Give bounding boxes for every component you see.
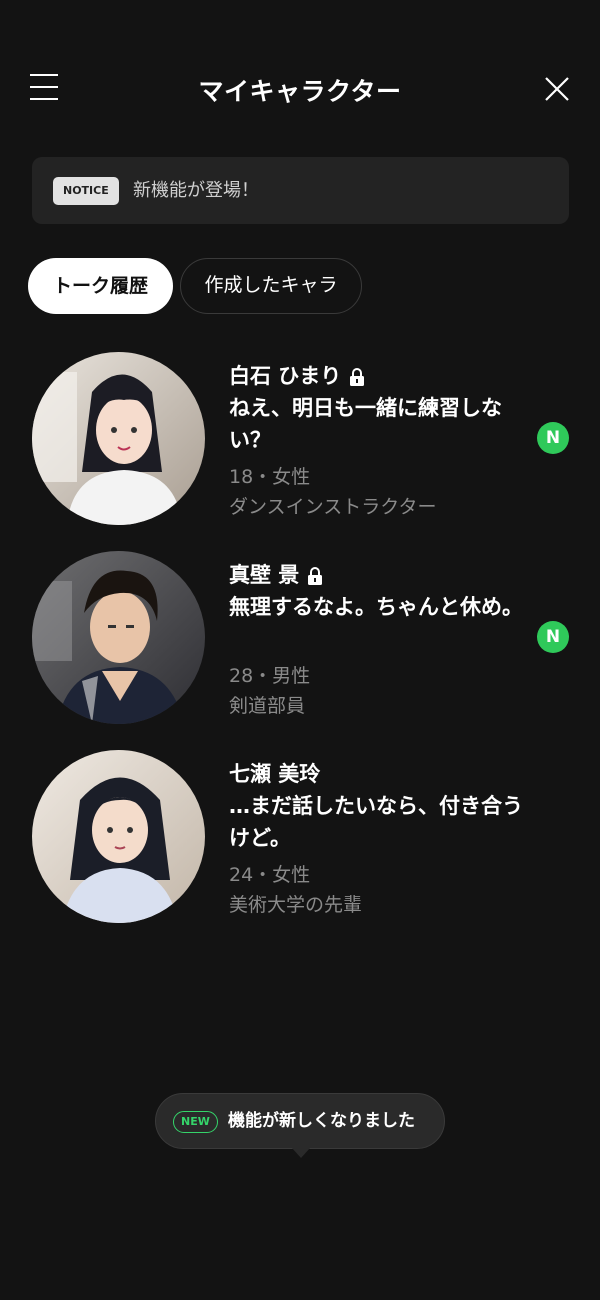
new-badge: NEW xyxy=(173,1111,218,1133)
avatar xyxy=(32,352,205,525)
page-title: マイキャラクター xyxy=(198,77,402,106)
last-message: 無理するなよ。ちゃんと休め。 xyxy=(229,595,523,619)
unread-new-badge: N xyxy=(537,621,569,653)
character-role: 美術大学の先輩 xyxy=(229,894,363,916)
character-role: 剣道部員 xyxy=(229,695,306,717)
character-name: 白石 ひまり xyxy=(229,360,365,390)
tab-talk-history[interactable]: トーク履歴 xyxy=(28,258,173,314)
avatar xyxy=(32,750,205,923)
notice-badge: NOTICE xyxy=(53,177,119,205)
tab-created-characters[interactable]: 作成したキャラ xyxy=(180,258,362,314)
unread-new-badge: N xyxy=(537,422,569,454)
last-message: …まだ話したいなら、付き合うけど。 xyxy=(229,794,523,850)
toast-tail xyxy=(292,1148,310,1158)
notice-text: 新機能が登場！ xyxy=(133,180,259,201)
header: マイキャラクター xyxy=(0,56,600,120)
character-name: 七瀬 美玲 xyxy=(229,762,321,786)
notice-banner[interactable]: NOTICE 新機能が登場！ xyxy=(32,157,569,224)
chat-list-item[interactable]: 七瀬 美玲 …まだ話したいなら、付き合うけど。 24・女性 美術大学の先輩 xyxy=(0,750,600,930)
close-icon[interactable] xyxy=(544,76,570,102)
lock-icon xyxy=(350,368,365,386)
character-age-gender: 28・男性 xyxy=(229,665,311,687)
lock-icon xyxy=(308,567,323,585)
chat-list-item[interactable]: 白石 ひまり ねえ、明日も一緒に練習しない？ 18・女性 ダンスインストラクター… xyxy=(0,352,600,532)
avatar xyxy=(32,551,205,724)
last-message: ねえ、明日も一緒に練習しない？ xyxy=(229,396,502,452)
character-age-gender: 18・女性 xyxy=(229,466,311,488)
character-role: ダンスインストラクター xyxy=(229,496,437,518)
chat-list-item[interactable]: 真壁 景 無理するなよ。ちゃんと休め。 28・男性 剣道部員 N xyxy=(0,551,600,731)
toast-text: 機能が新しくなりました xyxy=(228,1111,415,1131)
character-name: 真壁 景 xyxy=(229,559,323,589)
character-age-gender: 24・女性 xyxy=(229,864,311,886)
new-feature-toast[interactable]: NEW 機能が新しくなりました xyxy=(155,1093,445,1149)
